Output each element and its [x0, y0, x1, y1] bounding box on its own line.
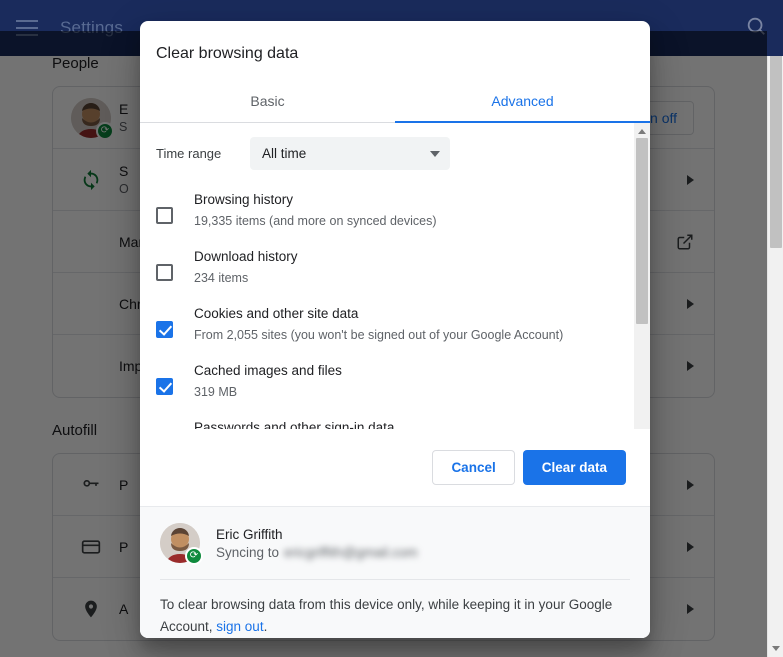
item-texts: Browsing history 19,335 items (and more … — [194, 190, 634, 231]
dialog-title: Clear browsing data — [140, 21, 650, 79]
checkbox-col — [156, 190, 194, 231]
footer-note: To clear browsing data from this device … — [160, 580, 630, 638]
item-texts: Passwords and other sign-in data 452 pas… — [194, 418, 634, 429]
time-range-label: Time range — [156, 146, 250, 161]
dialog-actions: Cancel Clear data — [140, 429, 650, 506]
page-scrollbar[interactable] — [767, 31, 783, 657]
sign-out-link[interactable]: sign out — [216, 619, 263, 634]
checkbox-col — [156, 247, 194, 288]
settings-page-root: People ⟳ — [0, 0, 783, 657]
item-title: Passwords and other sign-in data — [194, 418, 634, 429]
item-subtitle: 234 items — [194, 268, 634, 288]
item-texts: Cookies and other site data From 2,055 s… — [194, 304, 634, 345]
checkbox-col — [156, 418, 194, 429]
data-type-item-cookies[interactable]: Cookies and other site data From 2,055 s… — [156, 294, 634, 351]
dialog-footer: ⟳ Eric Griffith Syncing to ericgriffith@… — [140, 506, 650, 638]
item-title: Cached images and files — [194, 361, 634, 381]
checkbox-download-history[interactable] — [156, 264, 173, 281]
account-email: ericgriffith@gmail.com — [284, 545, 418, 560]
dialog-scroll-area: Time range All time Browsing history 19,… — [140, 123, 650, 429]
time-range-value: All time — [262, 146, 430, 161]
item-title: Browsing history — [194, 190, 634, 210]
data-type-item-browsing-history[interactable]: Browsing history 19,335 items (and more … — [156, 180, 634, 237]
dialog-tabs: Basic Advanced — [140, 79, 650, 123]
clear-browsing-data-dialog: Clear browsing data Basic Advanced Time … — [140, 21, 650, 638]
item-title: Download history — [194, 247, 634, 267]
cancel-button[interactable]: Cancel — [432, 450, 514, 485]
dialog-scrollbar-thumb[interactable] — [636, 138, 648, 324]
item-texts: Download history 234 items — [194, 247, 634, 288]
checkbox-cookies[interactable] — [156, 321, 173, 338]
item-subtitle: 19,335 items (and more on synced devices… — [194, 211, 634, 231]
time-range-row: Time range All time — [156, 123, 634, 180]
checkbox-browsing-history[interactable] — [156, 207, 173, 224]
dialog-scrollbar-down-arrow-icon[interactable] — [634, 426, 650, 429]
account-texts: Eric Griffith Syncing to ericgriffith@gm… — [216, 527, 418, 560]
data-type-item-download-history[interactable]: Download history 234 items — [156, 237, 634, 294]
dialog-scrollbar[interactable] — [634, 123, 650, 429]
checkbox-col — [156, 304, 194, 345]
account-name: Eric Griffith — [216, 527, 418, 542]
tab-basic[interactable]: Basic — [140, 79, 395, 122]
avatar: ⟳ — [160, 523, 200, 563]
item-subtitle: 319 MB — [194, 382, 634, 402]
footer-note-end: . — [264, 619, 268, 634]
scrollbar-down-arrow-icon[interactable] — [768, 640, 783, 657]
account-row: ⟳ Eric Griffith Syncing to ericgriffith@… — [160, 523, 630, 579]
clear-data-button[interactable]: Clear data — [523, 450, 626, 485]
checkbox-cached-images[interactable] — [156, 378, 173, 395]
dialog-scroll-content: Time range All time Browsing history 19,… — [140, 123, 650, 429]
data-type-item-cached-images[interactable]: Cached images and files 319 MB — [156, 351, 634, 408]
page-scrollbar-thumb[interactable] — [770, 51, 782, 248]
tab-advanced[interactable]: Advanced — [395, 79, 650, 122]
time-range-select[interactable]: All time — [250, 137, 450, 170]
item-title: Cookies and other site data — [194, 304, 634, 324]
data-type-item-passwords[interactable]: Passwords and other sign-in data 452 pas… — [156, 408, 634, 429]
sync-badge-icon: ⟳ — [185, 547, 203, 565]
account-sync-status: Syncing to ericgriffith@gmail.com — [216, 545, 418, 560]
checkbox-col — [156, 361, 194, 402]
item-subtitle: From 2,055 sites (you won't be signed ou… — [194, 325, 634, 345]
item-texts: Cached images and files 319 MB — [194, 361, 634, 402]
syncing-label: Syncing to — [216, 545, 279, 560]
chevron-down-icon — [430, 151, 440, 157]
